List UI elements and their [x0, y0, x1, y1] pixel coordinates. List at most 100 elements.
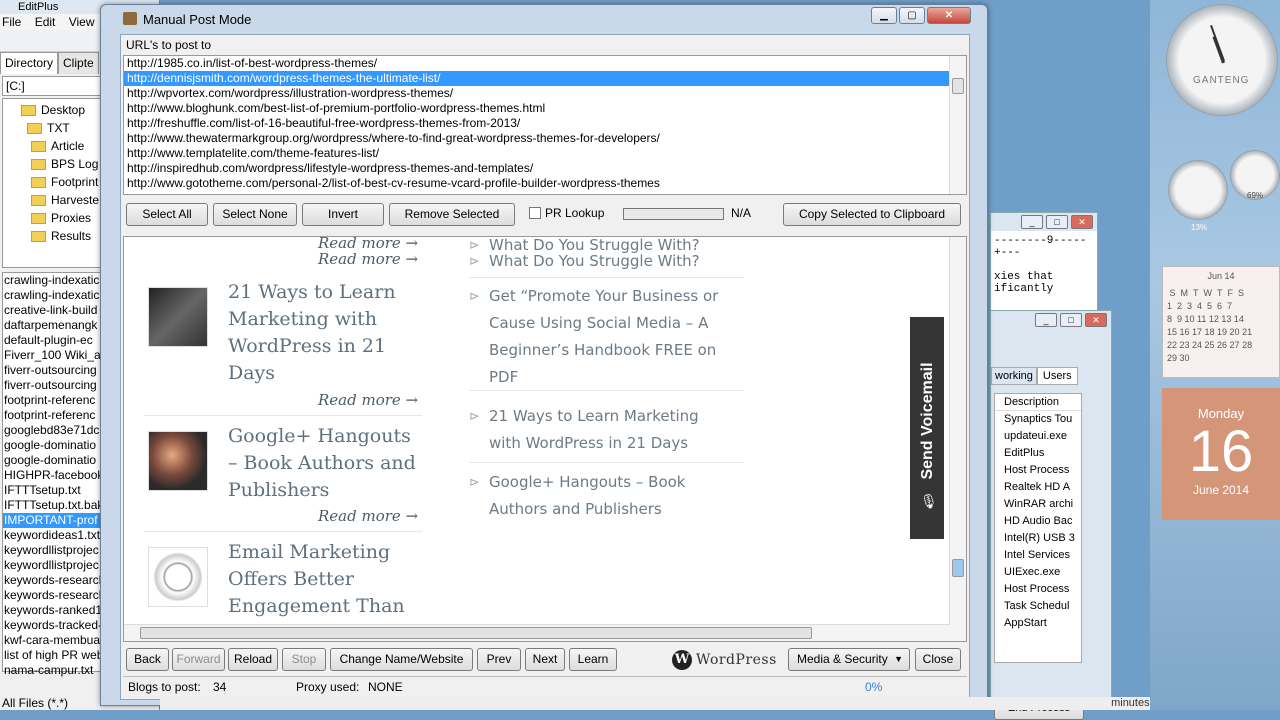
close-icon[interactable]: ✕ [927, 7, 971, 24]
url-list-item[interactable]: http://www.bloghunk.com/best-list-of-pre… [124, 101, 966, 116]
memory-meter-value: 69% [1247, 191, 1264, 200]
process-row[interactable]: AppStart [995, 615, 1081, 632]
process-row[interactable]: Host Process [995, 581, 1081, 598]
minimize-icon[interactable]: _ [1021, 215, 1043, 229]
date-month-year: June 2014 [1192, 483, 1250, 497]
dialog-titlebar: Manual Post Mode [101, 5, 987, 33]
tree-item-label: Results [51, 229, 92, 243]
process-row[interactable]: HD Audio Bac [995, 513, 1081, 530]
folder-icon [31, 176, 46, 188]
browser-vscroll[interactable] [949, 237, 966, 641]
copy-selected-button[interactable]: Copy Selected to Clipboard [783, 203, 961, 226]
divider [469, 390, 744, 391]
scroll-thumb[interactable] [952, 78, 964, 94]
url-list-item[interactable]: http://1985.co.in/list-of-best-wordpress… [124, 56, 966, 71]
sidebar-link[interactable]: What Do You Struggle With? [469, 248, 719, 275]
text-window: _ □ ✕ --------9-----+--- xies that ificant… [990, 212, 1098, 322]
menu-view[interactable]: View [69, 15, 95, 29]
post-thumbnail[interactable] [148, 287, 208, 347]
process-row[interactable]: WinRAR archi [995, 496, 1081, 513]
scroll-thumb[interactable] [952, 559, 964, 577]
send-voicemail-button[interactable]: Send Voicemail 🎙 [910, 317, 944, 539]
menu-file[interactable]: File [2, 15, 21, 29]
post-title[interactable]: Email Marketing Offers Better Engagement… [228, 539, 418, 620]
maximize-icon[interactable]: □ [1046, 215, 1068, 229]
url-rows: http://1985.co.in/list-of-best-wordpress… [124, 56, 966, 191]
browser-view[interactable]: Read more → Read more → What Do You Stru… [123, 236, 967, 642]
process-row[interactable]: UIExec.exe [995, 564, 1081, 581]
process-row[interactable]: EditPlus [995, 445, 1081, 462]
file-filter[interactable]: All Files (*.*) [2, 696, 68, 710]
tab-users[interactable]: Users [1036, 367, 1078, 385]
tree-item-label: TXT [47, 121, 70, 135]
remove-selected-button[interactable]: Remove Selected [389, 203, 515, 226]
close-icon[interactable]: ✕ [1085, 313, 1107, 327]
change-name-website-button[interactable]: Change Name/Website [330, 648, 473, 671]
blogs-to-post-label: Blogs to post: [128, 680, 201, 694]
process-row[interactable]: Intel Services [995, 547, 1081, 564]
minimize-icon[interactable]: _ [1035, 313, 1057, 327]
url-list-item[interactable]: http://dennisjsmith.com/wordpress-themes… [124, 71, 966, 86]
post-title[interactable]: Google+ Hangouts – Book Authors and Publ… [228, 423, 418, 504]
url-list-item[interactable]: http://inspiredhub.com/wordpress/lifesty… [124, 161, 966, 176]
url-list[interactable]: http://1985.co.in/list-of-best-wordpress… [123, 55, 967, 195]
divider [469, 462, 744, 463]
back-button[interactable]: Back [126, 648, 169, 671]
minimize-icon[interactable]: ▁ [871, 7, 897, 24]
proxy-used-value: NONE [368, 680, 403, 694]
process-row[interactable]: Synaptics Tou [995, 411, 1081, 428]
folder-icon [31, 230, 46, 242]
date-gadget: Monday 16 June 2014 [1162, 388, 1280, 520]
process-row[interactable]: Intel(R) USB 3 [995, 530, 1081, 547]
task-status-strip [990, 697, 1110, 710]
tree-item-label: Harveste [51, 193, 100, 207]
process-row[interactable]: updateui.exe [995, 428, 1081, 445]
column-description[interactable]: Description [995, 394, 1081, 411]
select-all-button[interactable]: Select All [126, 203, 208, 226]
pr-lookup-label: PR Lookup [545, 206, 605, 220]
post-thumbnail[interactable] [148, 431, 208, 491]
stop-button[interactable]: Stop [282, 648, 326, 671]
sidebar-link[interactable]: 21 Ways to Learn Marketing with WordPres… [469, 403, 719, 457]
select-none-button[interactable]: Select None [213, 203, 297, 226]
read-more-link[interactable]: Read more → [318, 250, 418, 268]
url-list-item[interactable]: http://www.templatelite.com/theme-featur… [124, 146, 966, 161]
url-list-scrollbar[interactable] [949, 56, 966, 194]
memory-meter-gadget: 69% [1230, 150, 1280, 200]
email-icon[interactable] [148, 547, 208, 607]
process-row[interactable]: Host Process [995, 462, 1081, 479]
read-more-link[interactable]: Read more → [318, 507, 418, 525]
sidebar-link[interactable]: Get “Promote Your Business or Cause Usin… [469, 283, 719, 391]
tab-networking[interactable]: working [991, 367, 1037, 385]
url-list-item[interactable]: http://wpvortex.com/wordpress/illustrati… [124, 86, 966, 101]
process-row[interactable]: Realtek HD A [995, 479, 1081, 496]
sidebar-link[interactable]: Google+ Hangouts – Book Authors and Publ… [469, 469, 719, 523]
url-list-item[interactable]: http://freshuffle.com/list-of-16-beautif… [124, 116, 966, 131]
url-list-item[interactable]: http://www.thewatermarkgroup.org/wordpre… [124, 131, 966, 146]
post-title[interactable]: 21 Ways to Learn Marketing with WordPres… [228, 279, 418, 387]
tab-cliptext[interactable]: Clipte [58, 52, 99, 74]
menu-edit[interactable]: Edit [35, 15, 56, 29]
close-button[interactable]: Close [915, 648, 961, 671]
tab-directory[interactable]: Directory [0, 52, 59, 74]
learn-button[interactable]: Learn [569, 648, 617, 671]
media-security-dropdown[interactable]: Media & Security ▼ [788, 648, 910, 671]
read-more-link[interactable]: Read more → [318, 391, 418, 409]
invert-button[interactable]: Invert [302, 203, 384, 226]
maximize-icon[interactable]: ▢ [899, 7, 925, 24]
tree-item-label: Proxies [51, 211, 92, 225]
reload-button[interactable]: Reload [228, 648, 278, 671]
next-button[interactable]: Next [525, 648, 565, 671]
browser-hscroll[interactable] [124, 624, 950, 641]
forward-button[interactable]: Forward [172, 648, 225, 671]
tree-item-label: Footprint [51, 175, 99, 189]
text-window-controls: _ □ ✕ [991, 213, 1097, 231]
text-ruler: --------9-----+--- [994, 235, 1087, 259]
prev-button[interactable]: Prev [477, 648, 521, 671]
scroll-thumb[interactable] [140, 627, 812, 639]
process-row[interactable]: Task Schedul [995, 598, 1081, 615]
url-list-item[interactable]: http://www.gototheme.com/personal-2/list… [124, 176, 966, 191]
maximize-icon[interactable]: □ [1060, 313, 1082, 327]
close-icon[interactable]: ✕ [1071, 215, 1093, 229]
pr-lookup-checkbox[interactable] [529, 207, 541, 219]
